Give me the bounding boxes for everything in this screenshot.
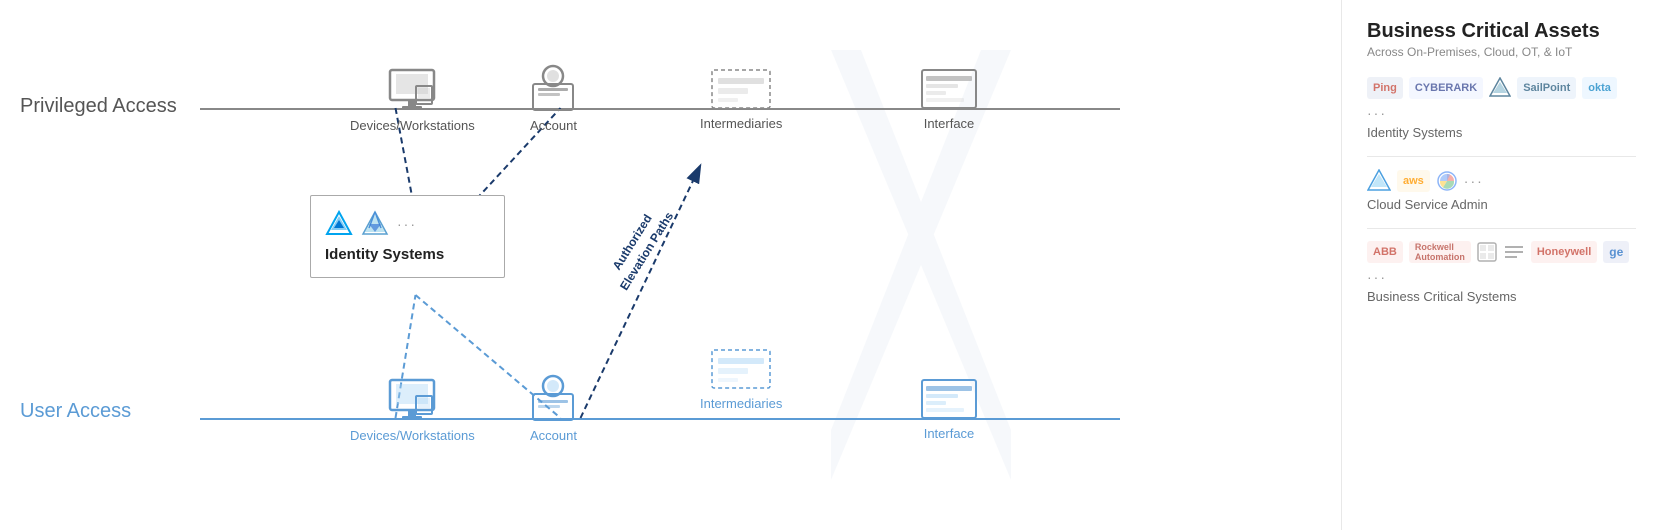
business-critical-section: ABB RockwellAutomation Honeywell g — [1367, 241, 1636, 304]
rockwell-logo: RockwellAutomation — [1409, 241, 1471, 263]
priv-interface-icon — [920, 68, 978, 110]
user-line — [200, 418, 1120, 420]
user-account-label: Account — [530, 428, 577, 443]
aws-logo: aws — [1397, 170, 1430, 192]
cloud-service-section: aws ··· Cloud Service Admin — [1367, 169, 1636, 212]
right-panel: Business Critical Assets Across On-Premi… — [1341, 0, 1661, 530]
main-container: Privileged Access User Access — [0, 0, 1661, 530]
priv-interface-label: Interface — [924, 116, 975, 131]
priv-intermediary-node: Intermediaries — [700, 68, 782, 131]
cloud-service-section-label: Cloud Service Admin — [1367, 197, 1636, 212]
user-intermediary-label: Intermediaries — [700, 396, 782, 411]
priv-intermediary-icon — [710, 68, 772, 110]
identity-more-dots: ··· — [1367, 105, 1387, 121]
abb-logo: ABB — [1367, 241, 1403, 263]
google-logo — [1436, 170, 1458, 192]
priv-interface-node: Interface — [920, 68, 978, 131]
priv-account-label: Account — [530, 118, 577, 133]
identity-systems-box: ··· Identity Systems — [310, 195, 505, 278]
critical-logos: ABB RockwellAutomation Honeywell g — [1367, 241, 1636, 285]
plc-icon — [1477, 242, 1497, 262]
user-account-node: Account — [530, 372, 577, 443]
right-panel-subtitle: Across On-Premises, Cloud, OT, & IoT — [1367, 45, 1636, 59]
cloud-logos: aws ··· — [1367, 169, 1636, 193]
more-logos-dots: ··· — [397, 216, 417, 232]
identity-icon-2 — [361, 210, 389, 238]
user-account-icon — [530, 372, 576, 422]
priv-account-node: Account — [530, 62, 577, 133]
separator-1 — [1367, 156, 1636, 157]
azure-logo — [1367, 169, 1391, 193]
user-device-icon — [386, 378, 438, 422]
privileged-line — [200, 108, 1120, 110]
identity-systems-label: Identity Systems — [325, 246, 488, 263]
user-access-label: User Access — [20, 400, 131, 423]
elevation-label: Authorized Elevation Paths — [602, 200, 678, 294]
user-intermediary-node: Intermediaries — [700, 348, 782, 411]
identity-logos: Ping CYBERARK SailPoint okta ··· — [1367, 77, 1636, 121]
azure-icon — [325, 210, 353, 238]
privileged-access-label: Privileged Access — [20, 95, 177, 118]
priv-device-node: Devices/Workstations — [350, 68, 475, 133]
diagram-area: Privileged Access User Access — [0, 0, 1341, 530]
critical-more-dots: ··· — [1367, 269, 1387, 285]
business-critical-section-label: Business Critical Systems — [1367, 289, 1636, 304]
identity-systems-section-label: Identity Systems — [1367, 125, 1636, 140]
priv-account-icon — [530, 62, 576, 112]
priv-device-label: Devices/Workstations — [350, 118, 475, 133]
identity-systems-section: Ping CYBERARK SailPoint okta ··· Identit… — [1367, 77, 1636, 140]
ping-logo: Ping — [1367, 77, 1403, 99]
priv-intermediary-label: Intermediaries — [700, 116, 782, 131]
honeywell-logo: Honeywell — [1531, 241, 1597, 263]
user-device-label: Devices/Workstations — [350, 428, 475, 443]
user-interface-node: Interface — [920, 378, 978, 441]
user-intermediary-icon — [710, 348, 772, 390]
user-interface-icon — [920, 378, 978, 420]
okta-logo: okta — [1582, 77, 1617, 99]
right-panel-title: Business Critical Assets — [1367, 20, 1636, 43]
connection-lines — [0, 0, 1341, 530]
identity-box-icons: ··· — [325, 210, 488, 238]
separator-2 — [1367, 228, 1636, 229]
lines-icon — [1503, 242, 1525, 262]
cloud-more-dots: ··· — [1464, 173, 1484, 189]
user-interface-label: Interface — [924, 426, 975, 441]
user-device-node: Devices/Workstations — [350, 378, 475, 443]
priv-device-icon — [386, 68, 438, 112]
sailpoint-icon — [1489, 77, 1511, 99]
cyberark-logo: CYBERARK — [1409, 77, 1483, 99]
ge-logo: ge — [1603, 241, 1629, 263]
sailpoint-logo: SailPoint — [1517, 77, 1576, 99]
